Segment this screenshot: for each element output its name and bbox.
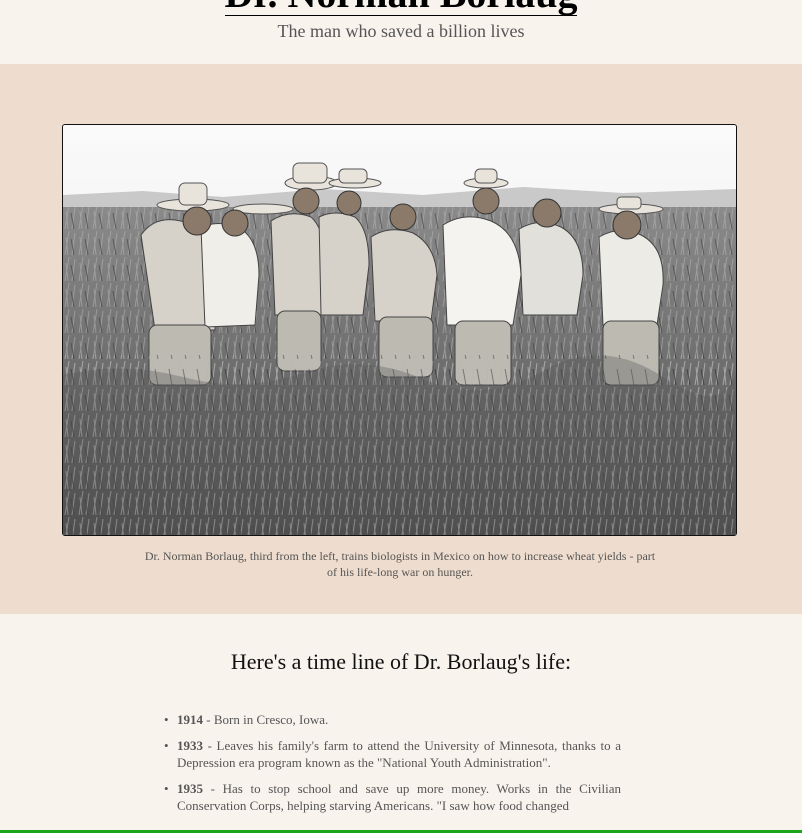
page-subtitle: The man who saved a billion lives bbox=[277, 21, 525, 41]
timeline-text: - Born in Cresco, Iowa. bbox=[203, 712, 329, 727]
photo-illustration bbox=[63, 125, 736, 535]
timeline-year: 1914 bbox=[177, 712, 203, 727]
timeline-item: 1935 - Has to stop school and save up mo… bbox=[164, 780, 621, 814]
page-header: Dr. Norman Borlaug The man who saved a b… bbox=[0, 0, 802, 64]
timeline-section: Here's a time line of Dr. Borlaug's life… bbox=[0, 614, 802, 833]
timeline-year: 1935 bbox=[177, 781, 203, 796]
photo-caption: Dr. Norman Borlaug, third from the left,… bbox=[144, 549, 656, 579]
timeline-text: - Has to stop school and save up more mo… bbox=[177, 781, 621, 813]
timeline-heading: Here's a time line of Dr. Borlaug's life… bbox=[230, 649, 572, 674]
timeline-list: 1914 - Born in Cresco, Iowa. 1933 - Leav… bbox=[164, 711, 621, 823]
timeline-year: 1933 bbox=[177, 738, 203, 753]
borlaug-wheat-field-photo bbox=[62, 124, 737, 536]
timeline-item: 1914 - Born in Cresco, Iowa. bbox=[164, 711, 621, 728]
photo-section: Dr. Norman Borlaug, third from the left,… bbox=[0, 64, 802, 614]
page-title: Dr. Norman Borlaug bbox=[0, 0, 802, 16]
timeline-text: - Leaves his family's farm to attend the… bbox=[177, 738, 621, 770]
page-title-text: Dr. Norman Borlaug bbox=[224, 0, 578, 16]
timeline-item: 1933 - Leaves his family's farm to atten… bbox=[164, 737, 621, 771]
